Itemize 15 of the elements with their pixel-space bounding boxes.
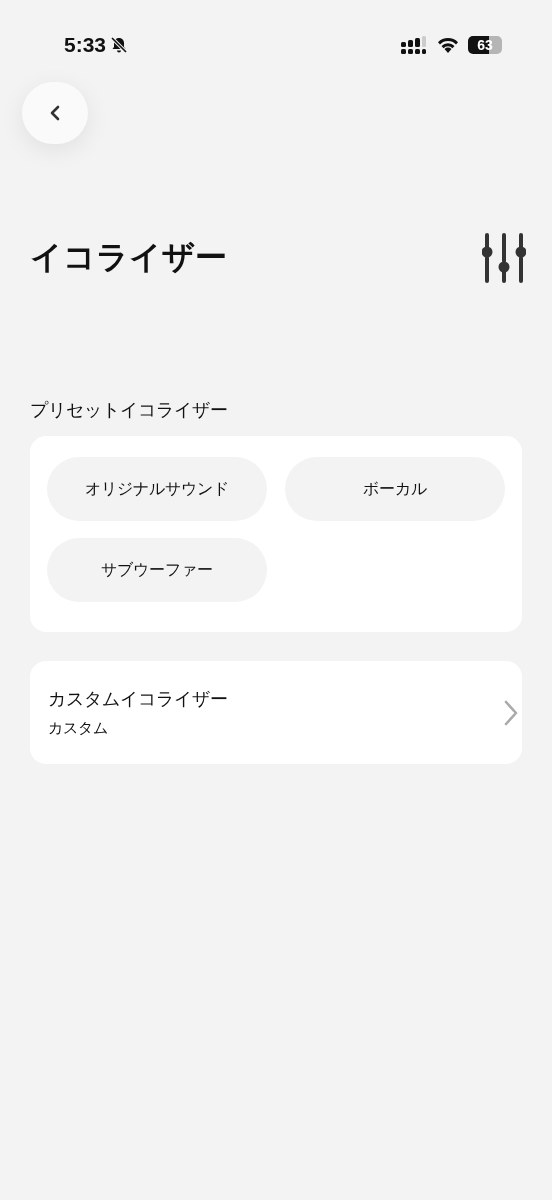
section-label: プリセットイコライザー	[30, 398, 229, 422]
muted-bell-icon	[110, 36, 129, 54]
chevron-right-icon	[504, 699, 518, 726]
custom-equalizer-item[interactable]: カスタムイコライザー カスタム	[30, 661, 522, 764]
preset-button[interactable]: ボーカル	[285, 457, 505, 521]
custom-subtitle: カスタム	[48, 719, 109, 738]
page-title: イコライザー	[30, 237, 227, 278]
status-time: 5:33	[64, 33, 107, 57]
signal-icon	[401, 36, 428, 54]
chevron-left-icon	[49, 105, 61, 121]
preset-button[interactable]: オリジナルサウンド	[47, 457, 267, 521]
preset-button[interactable]: サブウーファー	[47, 538, 267, 602]
custom-title: カスタムイコライザー	[48, 687, 228, 711]
equalizer-sliders-icon[interactable]	[482, 232, 526, 284]
wifi-icon	[436, 36, 460, 54]
